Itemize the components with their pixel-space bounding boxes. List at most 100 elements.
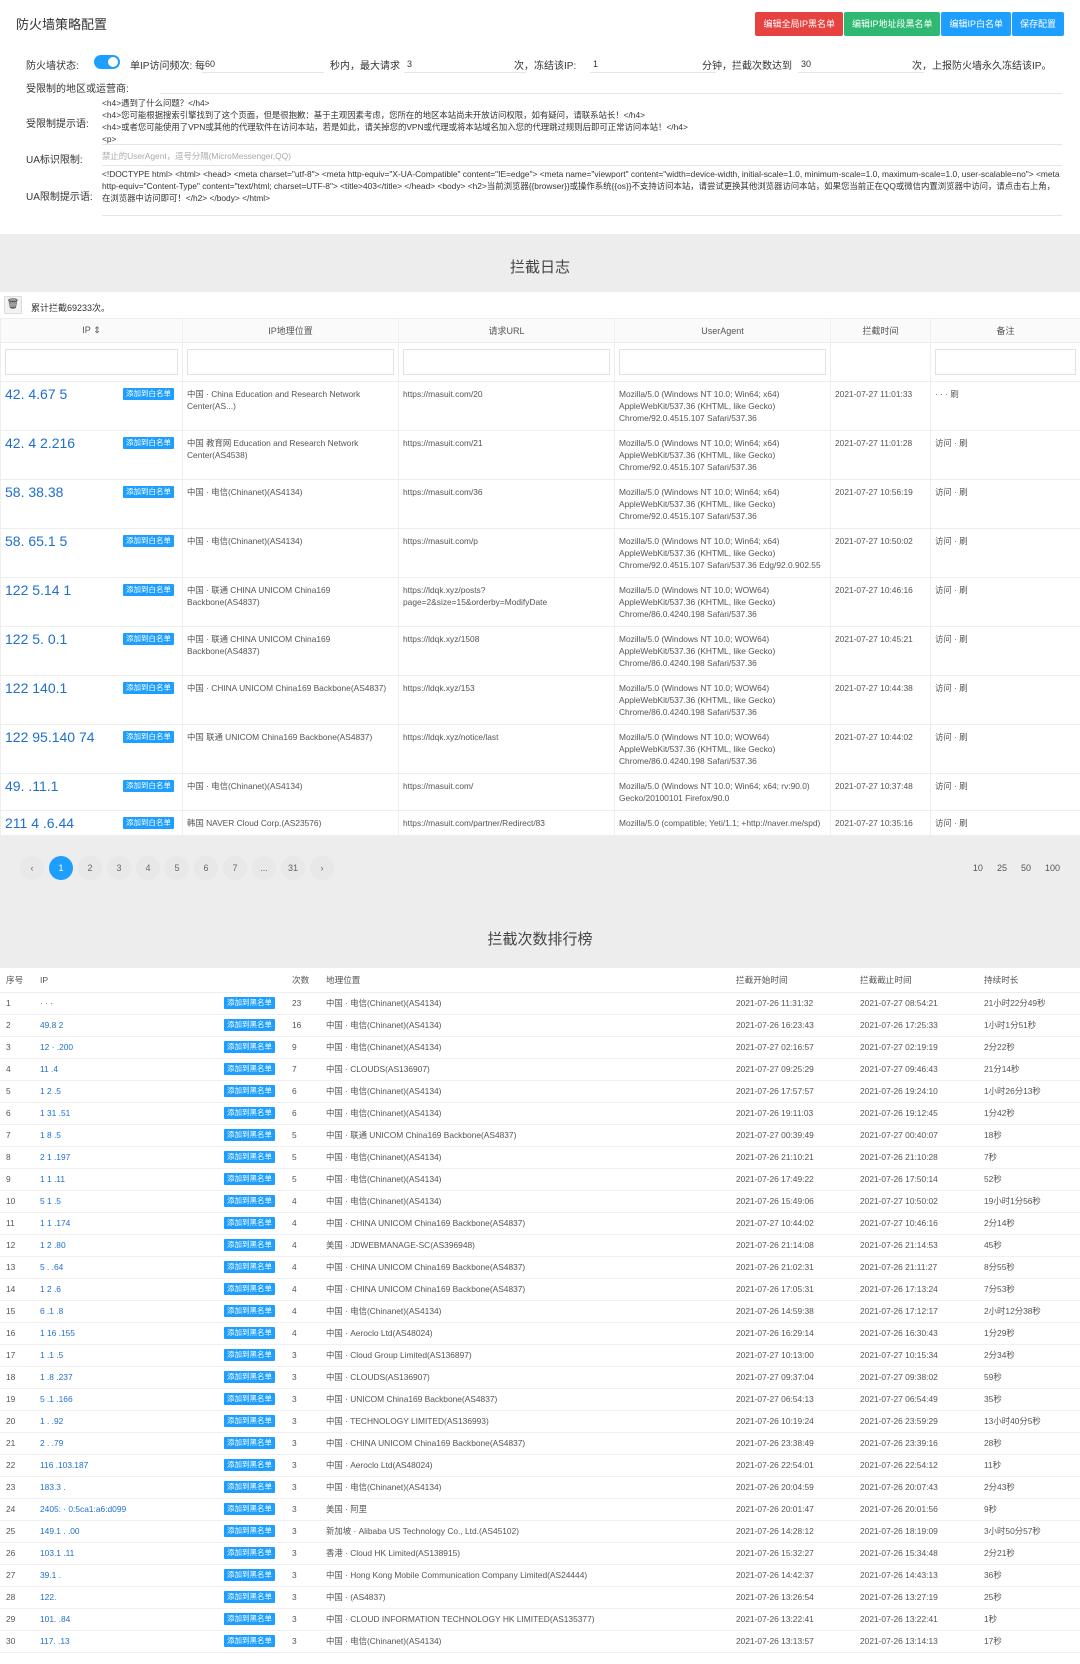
page-button[interactable]: ‹ <box>20 856 44 880</box>
rank-ip[interactable]: 117. .13 <box>34 1630 218 1653</box>
add-blacklist-button[interactable]: 添加到黑名单 <box>224 1305 275 1317</box>
add-blacklist-button[interactable]: 添加到黑名单 <box>224 1547 275 1559</box>
url-filter-input[interactable] <box>403 349 610 375</box>
add-blacklist-button[interactable]: 添加到黑名单 <box>224 1019 275 1031</box>
add-blacklist-button[interactable]: 添加到黑名单 <box>224 1041 275 1053</box>
rank-ip[interactable]: · · · <box>34 992 218 1015</box>
rank-ip[interactable]: 5 1 .5 <box>34 1190 218 1213</box>
config-button-2[interactable]: 编辑IP白名单 <box>941 12 1011 36</box>
ip-filter-input[interactable] <box>5 349 178 375</box>
rank-ip[interactable]: 11 .4 <box>34 1058 218 1081</box>
add-blacklist-button[interactable]: 添加到黑名单 <box>224 1217 275 1229</box>
rank-ip[interactable]: 1 2 .6 <box>34 1278 218 1301</box>
add-blacklist-button[interactable]: 添加到黑名单 <box>224 1195 275 1207</box>
log-column-header[interactable]: IP ⇕ <box>0 318 183 343</box>
ip-address[interactable]: 122 95.140 74 <box>5 731 117 743</box>
page-button[interactable]: 5 <box>165 856 189 880</box>
rank-ip[interactable]: 1 .8 .237 <box>34 1366 218 1389</box>
config-button-1[interactable]: 编辑IP地址段黑名单 <box>843 12 941 36</box>
request-url[interactable]: https://masuit.com/20 <box>398 381 615 431</box>
add-whitelist-button[interactable]: 添加到白名单 <box>123 731 174 743</box>
rank-ip[interactable]: 1 31 .51 <box>34 1102 218 1125</box>
add-whitelist-button[interactable]: 添加到白名单 <box>123 535 174 547</box>
request-url[interactable]: https://masuit.com/ <box>398 773 615 811</box>
add-blacklist-button[interactable]: 添加到黑名单 <box>224 1129 275 1141</box>
max-request-input[interactable]: 3 <box>404 55 526 73</box>
add-blacklist-button[interactable]: 添加到黑名单 <box>224 1063 275 1075</box>
page-size-option[interactable]: 50 <box>1015 859 1037 877</box>
request-url[interactable]: https://masuit.com/21 <box>398 430 615 480</box>
rank-ip[interactable]: 2 1 .197 <box>34 1146 218 1169</box>
add-blacklist-button[interactable]: 添加到黑名单 <box>224 1591 275 1603</box>
trash-icon[interactable]: 🗑 <box>4 296 22 314</box>
add-blacklist-button[interactable]: 添加到黑名单 <box>224 1239 275 1251</box>
request-url[interactable]: https://ldqk.xyz/notice/last <box>398 724 615 774</box>
add-blacklist-button[interactable]: 添加到黑名单 <box>224 1437 275 1449</box>
add-whitelist-button[interactable]: 添加到白名单 <box>123 437 174 449</box>
add-blacklist-button[interactable]: 添加到黑名单 <box>224 1085 275 1097</box>
add-whitelist-button[interactable]: 添加到白名单 <box>123 817 174 829</box>
request-url[interactable]: https://masuit.com/partner/Redirect/83 <box>398 810 615 836</box>
freq-input[interactable]: 60 <box>202 55 324 73</box>
page-button[interactable]: 3 <box>107 856 131 880</box>
ip-address[interactable]: 58. 65.1 5 <box>5 535 117 547</box>
config-button-3[interactable]: 保存配置 <box>1011 12 1064 36</box>
page-button[interactable]: 6 <box>194 856 218 880</box>
add-whitelist-button[interactable]: 添加到白名单 <box>123 584 174 596</box>
request-url[interactable]: https://ldqk.xyz/1508 <box>398 626 615 676</box>
ip-address[interactable]: 122 5.14 1 <box>5 584 117 596</box>
rank-ip[interactable]: 5 .1 .166 <box>34 1388 218 1411</box>
add-whitelist-button[interactable]: 添加到白名单 <box>123 682 174 694</box>
note-filter-input[interactable] <box>935 349 1076 375</box>
add-blacklist-button[interactable]: 添加到黑名单 <box>224 1107 275 1119</box>
rank-ip[interactable]: 1 8 .5 <box>34 1124 218 1147</box>
request-url[interactable]: https://masuit.com/36 <box>398 479 615 529</box>
page-button[interactable]: 4 <box>136 856 160 880</box>
add-blacklist-button[interactable]: 添加到黑名单 <box>224 1503 275 1515</box>
rank-ip[interactable]: 1 2 .80 <box>34 1234 218 1257</box>
rank-ip[interactable]: 122. <box>34 1586 218 1609</box>
add-blacklist-button[interactable]: 添加到黑名单 <box>224 1371 275 1383</box>
rank-ip[interactable]: 103.1 .11 <box>34 1542 218 1565</box>
add-blacklist-button[interactable]: 添加到黑名单 <box>224 1569 275 1581</box>
firewall-toggle[interactable] <box>94 55 120 69</box>
add-whitelist-button[interactable]: 添加到白名单 <box>123 633 174 645</box>
page-button[interactable]: ... <box>252 856 276 880</box>
rank-ip[interactable]: 6 .1 .8 <box>34 1300 218 1323</box>
config-button-0[interactable]: 编辑全局IP黑名单 <box>755 12 843 36</box>
add-blacklist-button[interactable]: 添加到黑名单 <box>224 1459 275 1471</box>
rank-ip[interactable]: 39.1 . <box>34 1564 218 1587</box>
ip-address[interactable]: 42. 4.67 5 <box>5 388 117 400</box>
rank-ip[interactable]: 1 1 .11 <box>34 1168 218 1191</box>
add-blacklist-button[interactable]: 添加到黑名单 <box>224 1415 275 1427</box>
ip-address[interactable]: 49. .11.1 <box>5 780 117 792</box>
add-whitelist-button[interactable]: 添加到白名单 <box>123 388 174 400</box>
add-blacklist-button[interactable]: 添加到黑名单 <box>224 1525 275 1537</box>
limit-input[interactable]: 30 <box>798 55 924 73</box>
ip-address[interactable]: 42. 4 2.216 <box>5 437 117 449</box>
rank-ip[interactable]: 101. .84 <box>34 1608 218 1631</box>
location-filter-input[interactable] <box>187 349 394 375</box>
page-button[interactable]: 31 <box>281 856 305 880</box>
rank-ip[interactable]: 1 . .92 <box>34 1410 218 1433</box>
rank-ip[interactable]: 1 1 .174 <box>34 1212 218 1235</box>
request-url[interactable]: https://masuit.com/p <box>398 528 615 578</box>
rank-ip[interactable]: 1 .1 .5 <box>34 1344 218 1367</box>
add-whitelist-button[interactable]: 添加到白名单 <box>123 486 174 498</box>
rank-ip[interactable]: 1 2 .5 <box>34 1080 218 1103</box>
add-blacklist-button[interactable]: 添加到黑名单 <box>224 1613 275 1625</box>
ip-address[interactable]: 122 5. 0.1 <box>5 633 117 645</box>
ip-address[interactable]: 211 4 .6.44 <box>5 817 117 829</box>
request-url[interactable]: https://ldqk.xyz/153 <box>398 675 615 725</box>
request-url[interactable]: https://ldqk.xyz/posts?page=2&size=15&or… <box>398 577 615 627</box>
add-blacklist-button[interactable]: 添加到黑名单 <box>224 1393 275 1405</box>
rank-ip[interactable]: 12 · .200 <box>34 1036 218 1059</box>
ua-input[interactable]: 禁止的UserAgent，逗号分隔(MicroMessenger,QQ) <box>102 150 1062 166</box>
rank-ip[interactable]: 2405: · 0:5ca1:a6:d099 <box>34 1498 218 1521</box>
region-tip-textarea[interactable]: <h4>遇到了什么问题？</h4> <h4>您可能根据搜索引擎找到了这个页面，但… <box>102 97 1062 145</box>
rank-ip[interactable]: 183.3 . <box>34 1476 218 1499</box>
add-blacklist-button[interactable]: 添加到黑名单 <box>224 1151 275 1163</box>
ua-tip-textarea[interactable]: <!DOCTYPE html> <html> <head> <meta char… <box>102 168 1062 216</box>
region-input[interactable] <box>160 80 1062 94</box>
rank-ip[interactable]: 116 .103.187 <box>34 1454 218 1477</box>
